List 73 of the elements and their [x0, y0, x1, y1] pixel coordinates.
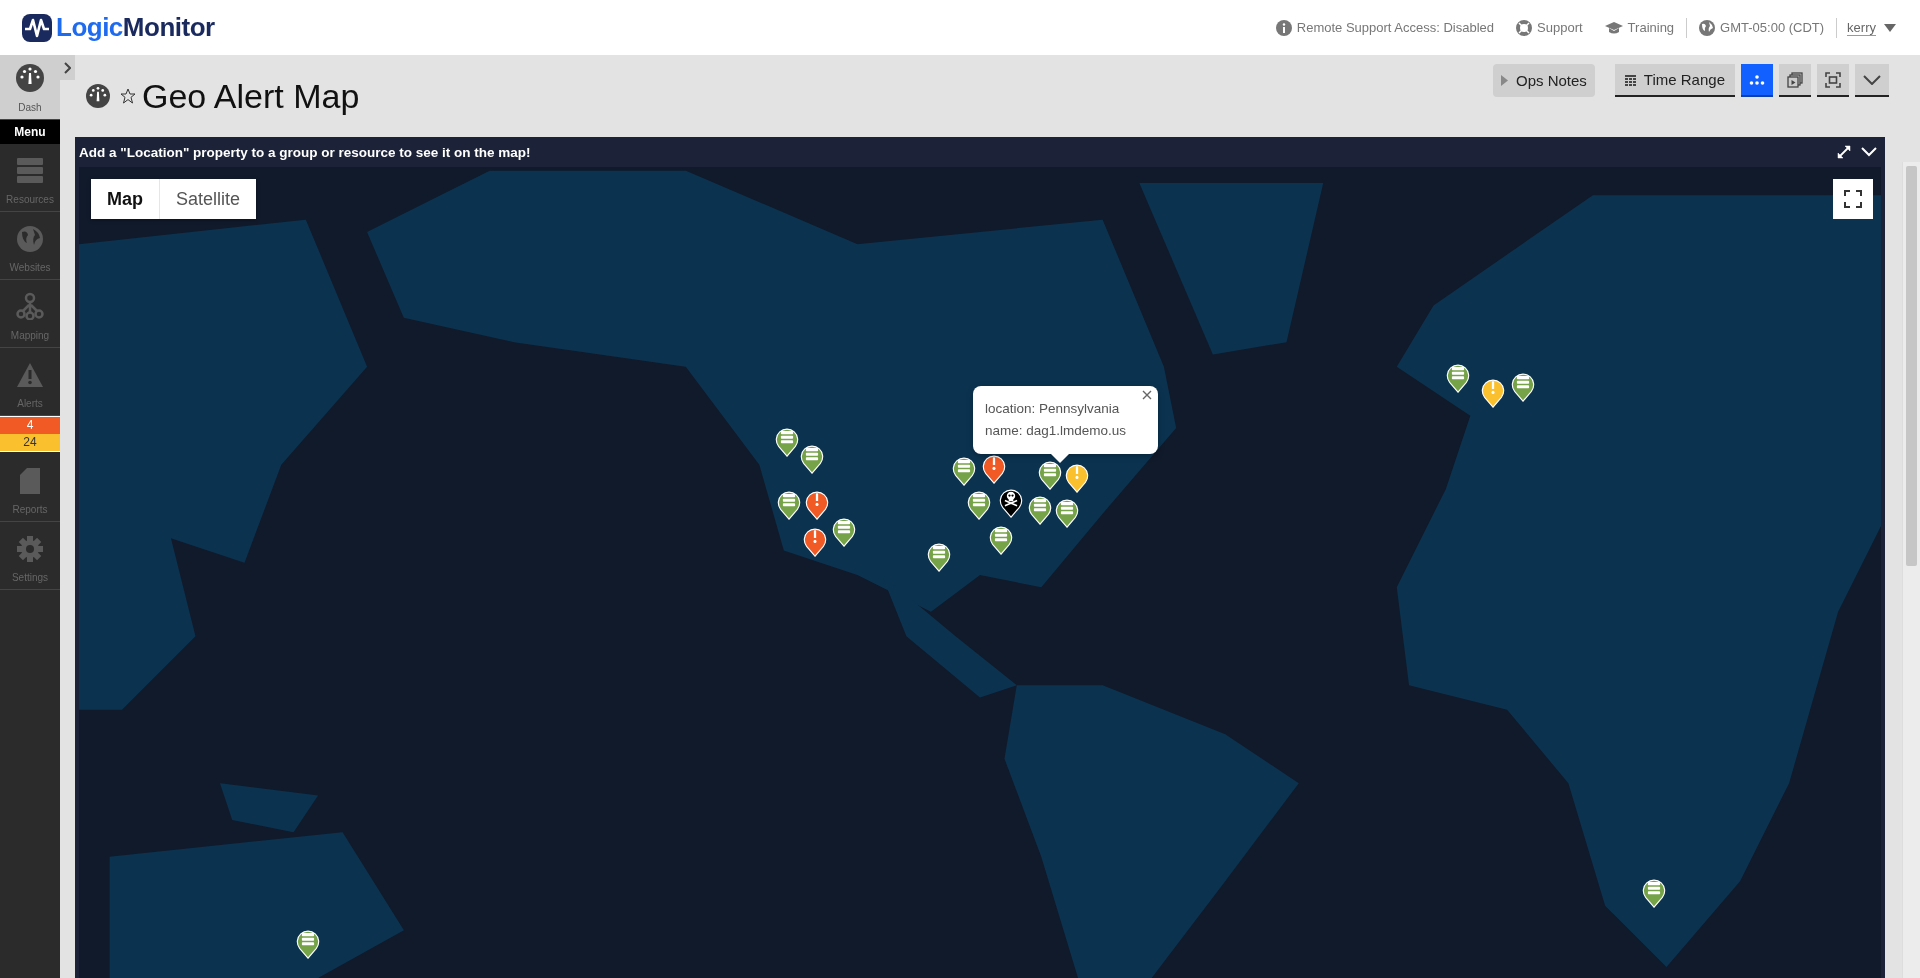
warning-map-pin[interactable]	[981, 452, 1007, 484]
alert-count[interactable]: 4	[0, 417, 60, 434]
chevron-right-icon	[64, 61, 71, 74]
gear-icon	[17, 536, 43, 562]
warning-icon	[16, 362, 44, 388]
lifebuoy-icon	[1516, 19, 1533, 36]
warning-map-pin[interactable]	[1064, 461, 1090, 493]
network-nodes-icon	[16, 292, 44, 320]
sidebar-item[interactable]: Resources	[0, 144, 60, 212]
server-map-pin[interactable]	[1037, 458, 1063, 490]
ops-notes-button[interactable]: Ops Notes	[1492, 64, 1595, 97]
document-icon	[20, 468, 40, 494]
map-type-tab[interactable]: Satellite	[160, 179, 257, 219]
info-icon	[1275, 19, 1292, 36]
scrollbar[interactable]	[1902, 162, 1920, 978]
server-map-pin[interactable]	[1641, 876, 1667, 908]
fit-button[interactable]	[1817, 64, 1849, 97]
calendar-icon	[1624, 73, 1636, 86]
logo-icon	[22, 13, 52, 42]
graduation-cap-icon	[1604, 20, 1623, 35]
gauge-icon	[16, 64, 44, 92]
fullscreen-icon	[1844, 190, 1862, 208]
widget-message: Add a "Location" property to a group or resource to see it on the map!	[79, 144, 532, 160]
close-icon[interactable]	[1142, 390, 1153, 400]
warning-map-pin[interactable]	[804, 488, 830, 520]
slideshow-button[interactable]	[1779, 64, 1811, 97]
skull-map-pin[interactable]	[998, 486, 1024, 518]
chevron-down-icon	[1863, 74, 1881, 85]
sidebar-item[interactable]: Dash	[0, 55, 60, 120]
support-link[interactable]: Support	[1516, 19, 1583, 36]
server-map-pin[interactable]	[1054, 496, 1080, 528]
remote-support-status: Remote Support Access: Disabled	[1275, 19, 1495, 36]
server-map-pin[interactable]	[988, 523, 1014, 555]
fit-screen-icon	[1825, 71, 1841, 88]
menu-label[interactable]: Menu	[0, 120, 60, 144]
fullscreen-button[interactable]	[1833, 179, 1873, 219]
slideshow-icon	[1787, 71, 1803, 88]
server-map-pin[interactable]	[951, 454, 977, 486]
server-map-pin[interactable]	[926, 540, 952, 572]
brand-name: LogicMonitor	[56, 12, 215, 43]
dots-icon	[1749, 73, 1765, 86]
warning-map-pin[interactable]	[1480, 376, 1506, 408]
popup-text: location: Pennsylvania	[985, 400, 1121, 418]
globe-icon	[17, 226, 43, 252]
server-map-pin[interactable]	[966, 488, 992, 520]
chevron-down-icon[interactable]	[1861, 147, 1877, 157]
user-menu[interactable]: kerry	[1847, 19, 1876, 36]
sidebar-expand-toggle[interactable]	[60, 55, 75, 80]
more-button[interactable]	[1855, 64, 1889, 97]
favorite-star-icon[interactable]	[120, 88, 136, 104]
training-link[interactable]: Training	[1604, 20, 1675, 35]
timezone-link[interactable]: GMT-05:00 (CDT)	[1699, 19, 1825, 36]
play-triangle-icon	[1500, 75, 1508, 86]
gauge-icon	[86, 84, 110, 108]
warning-map-pin[interactable]	[802, 525, 828, 557]
expand-icon[interactable]	[1837, 145, 1851, 159]
time-range-button[interactable]: Time Range	[1614, 64, 1735, 97]
server-map-pin[interactable]	[1510, 370, 1536, 402]
server-map-pin[interactable]	[799, 442, 825, 474]
server-map-pin[interactable]	[1445, 361, 1471, 393]
map-type-tab[interactable]: Map	[91, 179, 160, 219]
server-map-pin[interactable]	[831, 515, 857, 547]
server-icon	[16, 158, 44, 184]
server-map-pin[interactable]	[774, 425, 800, 457]
server-map-pin[interactable]	[776, 488, 802, 520]
alert-count[interactable]: 24	[0, 434, 60, 451]
globe-icon	[1699, 19, 1716, 36]
server-map-pin[interactable]	[295, 927, 321, 959]
map-view-button[interactable]	[1741, 64, 1773, 97]
page-title: Geo Alert Map	[142, 76, 360, 116]
caret-icon[interactable]	[1884, 23, 1896, 32]
server-map-pin[interactable]	[1027, 493, 1053, 525]
popup-text: name: dag1.lmdemo.us	[985, 422, 1127, 440]
